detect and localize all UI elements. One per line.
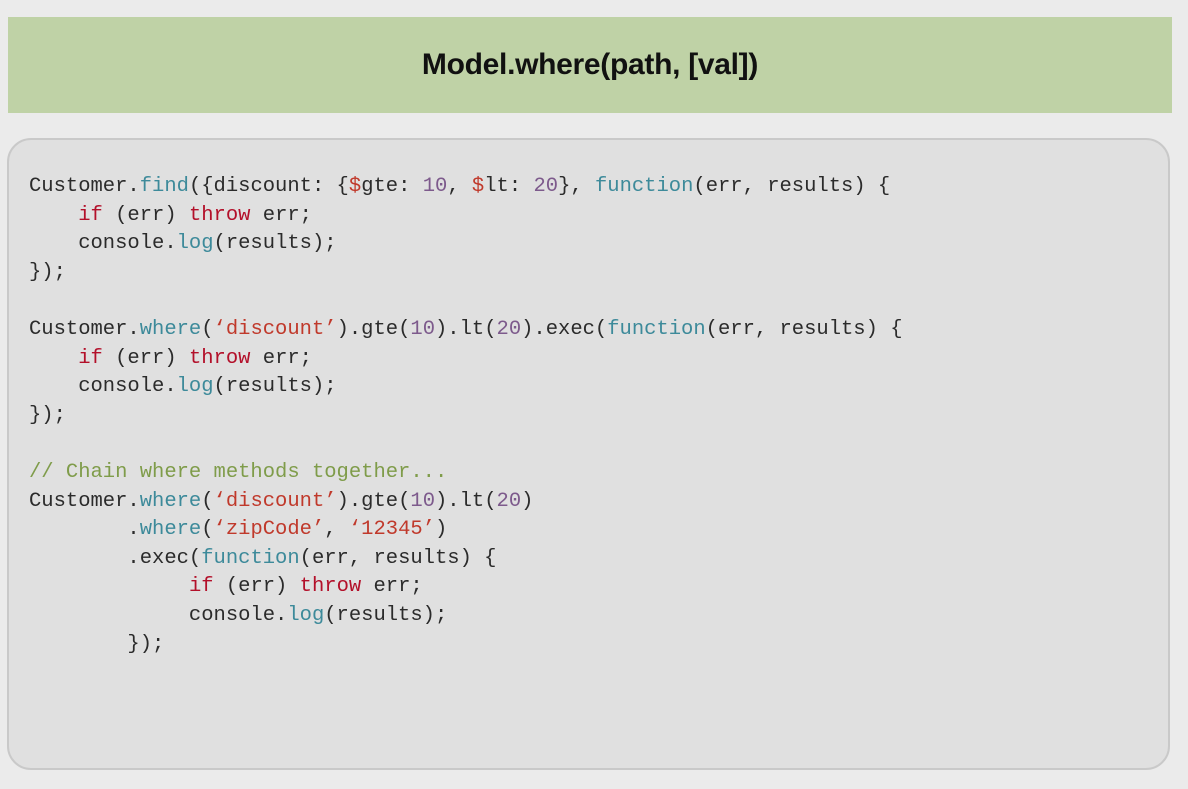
code-token-plain: err; [250, 346, 312, 370]
code-token-plain: ).gte( [336, 489, 411, 513]
code-token-plain: console. [29, 232, 177, 256]
code-line: if (err) throw err; [29, 573, 903, 602]
code-token-plain: console. [29, 603, 288, 627]
code-token-keyword: throw [188, 346, 251, 370]
code-panel: Customer.find({discount: {$gte: 10, $lt:… [7, 138, 1170, 770]
code-token-plain: , [447, 175, 472, 198]
code-token-string: $ [348, 175, 362, 198]
code-token-plain: .exec( [29, 546, 202, 570]
code-token-plain: (err, results) { [693, 175, 891, 198]
code-token-plain: (results); [213, 375, 337, 399]
code-token-method: where [139, 489, 202, 513]
code-token-method: log [287, 603, 325, 627]
code-token-keyword: throw [188, 203, 251, 227]
code-token-plain: Customer. [29, 489, 140, 513]
code-token-number: 10 [410, 317, 435, 341]
code-line: Customer.find({discount: {$gte: 10, $lt:… [29, 173, 903, 202]
code-token-method: log [176, 375, 214, 399]
code-token-plain: Customer. [29, 175, 140, 198]
code-line: }); [29, 259, 903, 288]
slide-title: Model.where(path, [val]) [421, 48, 759, 81]
code-token-plain: }, [558, 175, 595, 198]
code-line: console.log(results); [29, 230, 903, 259]
code-token-plain: , [324, 518, 349, 542]
code-token-plain: }); [29, 260, 66, 284]
code-token-plain: (err) [102, 346, 189, 370]
code-line: Customer.where(‘discount’).gte(10).lt(20… [29, 488, 903, 517]
code-token-plain: ( [201, 317, 214, 341]
code-token-string: ‘discount’ [213, 489, 337, 513]
code-token-plain: lt: [484, 175, 534, 198]
code-token-plain: ) [521, 489, 534, 513]
code-token-plain: err; [250, 203, 312, 227]
code-line: }); [29, 402, 903, 431]
code-token-plain: err; [361, 575, 423, 599]
code-token-string: ‘discount’ [213, 317, 337, 341]
code-token-keyword: if [78, 346, 103, 370]
code-token-number: 20 [496, 317, 522, 341]
code-line: Customer.where(‘discount’).gte(10).lt(20… [29, 316, 903, 345]
code-token-method: where [139, 518, 202, 542]
code-token-method: find [139, 175, 189, 198]
code-line: // Chain where methods together... [29, 459, 903, 488]
title-bar: Model.where(path, [val]) [8, 17, 1172, 113]
code-token-string: $ [471, 175, 485, 198]
code-token-plain: (results); [213, 232, 337, 256]
code-token-number: 10 [422, 175, 448, 198]
code-token-plain: (err, results) { [299, 546, 497, 570]
code-line: }); [29, 631, 903, 660]
code-token-plain: . [29, 518, 140, 542]
code-token-plain: ) [435, 518, 448, 542]
code-line: console.log(results); [29, 602, 903, 631]
code-token-plain: ).lt( [435, 317, 497, 341]
code-token-plain: ).exec( [521, 317, 608, 341]
code-line: if (err) throw err; [29, 202, 903, 231]
code-token-plain: Customer. [29, 317, 140, 341]
code-token-plain: ).gte( [336, 317, 411, 341]
code-token-plain: (err) [213, 575, 300, 599]
code-token-number: 20 [533, 175, 559, 198]
code-token-method: function [594, 175, 694, 198]
code-token-plain: ).lt( [435, 489, 497, 513]
code-token-plain: }); [29, 403, 66, 427]
code-line: console.log(results); [29, 373, 903, 402]
code-token-method: function [607, 317, 706, 341]
code-token-plain: (results); [324, 603, 448, 627]
code-token-plain: (err, results) { [705, 317, 903, 341]
code-token-plain: ( [201, 489, 214, 513]
code-token-plain: ({discount: { [188, 175, 349, 198]
code-token-number: 20 [496, 489, 522, 513]
code-line: .where(‘zipCode’, ‘12345’) [29, 516, 903, 545]
code-token-method: function [201, 546, 300, 570]
slide: Model.where(path, [val]) Customer.find({… [0, 0, 1188, 789]
code-token-plain: ( [201, 518, 214, 542]
code-token-method: where [139, 317, 202, 341]
code-token-string: ‘12345’ [348, 518, 435, 542]
code-token-string: ‘zipCode’ [213, 518, 325, 542]
code-token-plain: gte: [361, 175, 423, 198]
code-token-keyword: throw [299, 575, 362, 599]
code-line: if (err) throw err; [29, 345, 903, 374]
code-block: Customer.find({discount: {$gte: 10, $lt:… [29, 173, 903, 659]
code-token-keyword: if [78, 203, 103, 227]
code-line: .exec(function(err, results) { [29, 545, 903, 574]
code-token-plain: (err) [102, 203, 189, 227]
code-token-plain: }); [29, 632, 165, 656]
code-token-keyword: if [188, 575, 214, 599]
code-token-number: 10 [410, 489, 435, 513]
code-token-method: log [176, 232, 214, 256]
code-token-plain: console. [29, 375, 177, 399]
code-token-comment: // Chain where methods together... [29, 460, 448, 484]
